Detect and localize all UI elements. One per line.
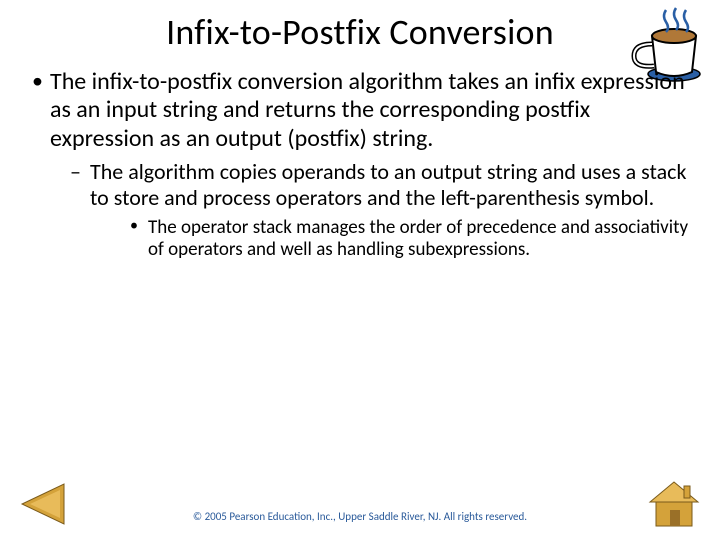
slide: Infix-to-Postfix Conversion The infix-to… — [0, 0, 720, 540]
bullet-text: The algorithm copies operands to an outp… — [90, 158, 686, 211]
bullet-level3: The operator stack manages the order of … — [90, 217, 692, 262]
bullet-list: The infix-to-postfix conversion algorith… — [28, 68, 692, 262]
home-icon[interactable] — [644, 476, 704, 530]
bullet-text: The infix-to-postfix conversion algorith… — [50, 67, 685, 153]
copyright-text: © 2005 Pearson Education, Inc., Upper Sa… — [0, 510, 720, 524]
back-arrow-icon[interactable] — [16, 478, 68, 530]
bullet-text: The operator stack manages the order of … — [148, 216, 688, 261]
slide-title: Infix-to-Postfix Conversion — [28, 10, 692, 54]
bullet-level1: The infix-to-postfix conversion algorith… — [28, 68, 692, 262]
bullet-level2: The algorithm copies operands to an outp… — [50, 159, 692, 262]
